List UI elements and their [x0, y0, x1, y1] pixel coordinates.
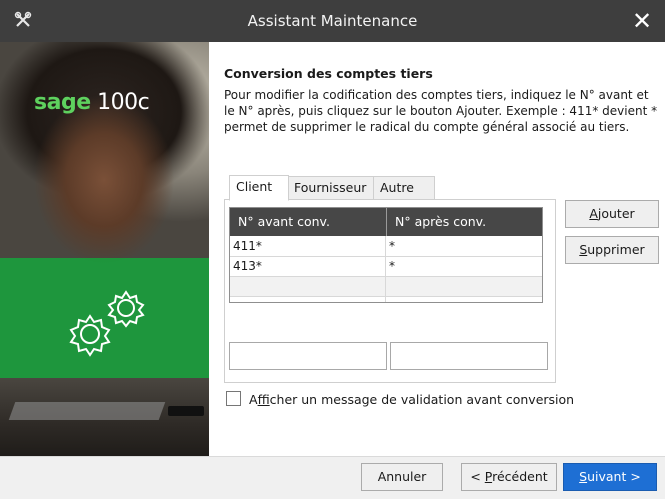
checkbox-label-pre: A	[249, 392, 258, 407]
side-banner: sage 100c	[0, 42, 209, 456]
before-conversion-input[interactable]	[229, 342, 387, 370]
cell-after: *	[389, 239, 395, 253]
cancel-button[interactable]: Annuler	[361, 463, 443, 491]
content-area: Conversion des comptes tiers Pour modifi…	[224, 66, 659, 135]
checkbox-label-post: ficher un message de validation avant co…	[269, 392, 575, 407]
logo-product: 100c	[97, 90, 150, 115]
delete-button[interactable]: Supprimer	[565, 236, 659, 264]
sage-logo: sage 100c	[34, 90, 150, 115]
section-heading: Conversion des comptes tiers	[224, 66, 433, 81]
delete-button-label-post: upprimer	[587, 242, 645, 257]
previous-button-mnemonic: P	[484, 469, 493, 484]
column-header-before[interactable]: N° avant conv.	[230, 208, 385, 236]
add-button[interactable]: Ajouter	[565, 200, 659, 228]
section-description: Pour modifier la codification des compte…	[224, 88, 658, 134]
table-row-empty[interactable]	[230, 277, 542, 297]
table-header: N° avant conv. N° après conv.	[230, 208, 542, 236]
gears-icon	[69, 290, 145, 357]
close-icon[interactable]: ✕	[627, 6, 657, 36]
column-divider	[385, 236, 386, 302]
window-title: Assistant Maintenance	[247, 12, 418, 30]
next-button-mnemonic: S	[579, 469, 588, 484]
checkbox-box[interactable]	[226, 391, 241, 406]
conversion-table[interactable]: N° avant conv. N° après conv. 411* * 413…	[229, 207, 543, 303]
logo-brand: sage	[34, 90, 91, 115]
tab-autre[interactable]: Autre	[373, 176, 435, 200]
table-row[interactable]: 411* *	[230, 237, 542, 257]
checkbox-label-mnemonic: f	[257, 392, 270, 407]
cell-before: 413*	[233, 259, 262, 273]
cell-after: *	[389, 259, 395, 273]
add-button-label-post: jouter	[597, 206, 635, 221]
column-header-after[interactable]: N° après conv.	[386, 208, 543, 236]
after-conversion-input[interactable]	[390, 342, 548, 370]
previous-button-label-pre: <	[470, 469, 485, 484]
table-row[interactable]: 413* *	[230, 257, 542, 277]
laptop-shape	[8, 402, 166, 420]
previous-button[interactable]: < Précédent	[461, 463, 557, 491]
next-button[interactable]: Suivant >	[563, 463, 657, 491]
tab-client[interactable]: Client	[229, 175, 289, 201]
previous-button-label-post: récédent	[492, 469, 548, 484]
tab-fournisseur[interactable]: Fournisseur	[287, 176, 375, 200]
next-button-label-post: uivant >	[587, 469, 641, 484]
title-bar: Assistant Maintenance ✕	[0, 0, 665, 42]
phone-shape	[168, 406, 204, 416]
validation-message-checkbox[interactable]: Afficher un message de validation avant …	[226, 391, 574, 409]
add-button-mnemonic: A	[589, 206, 598, 221]
cell-before: 411*	[233, 239, 262, 253]
